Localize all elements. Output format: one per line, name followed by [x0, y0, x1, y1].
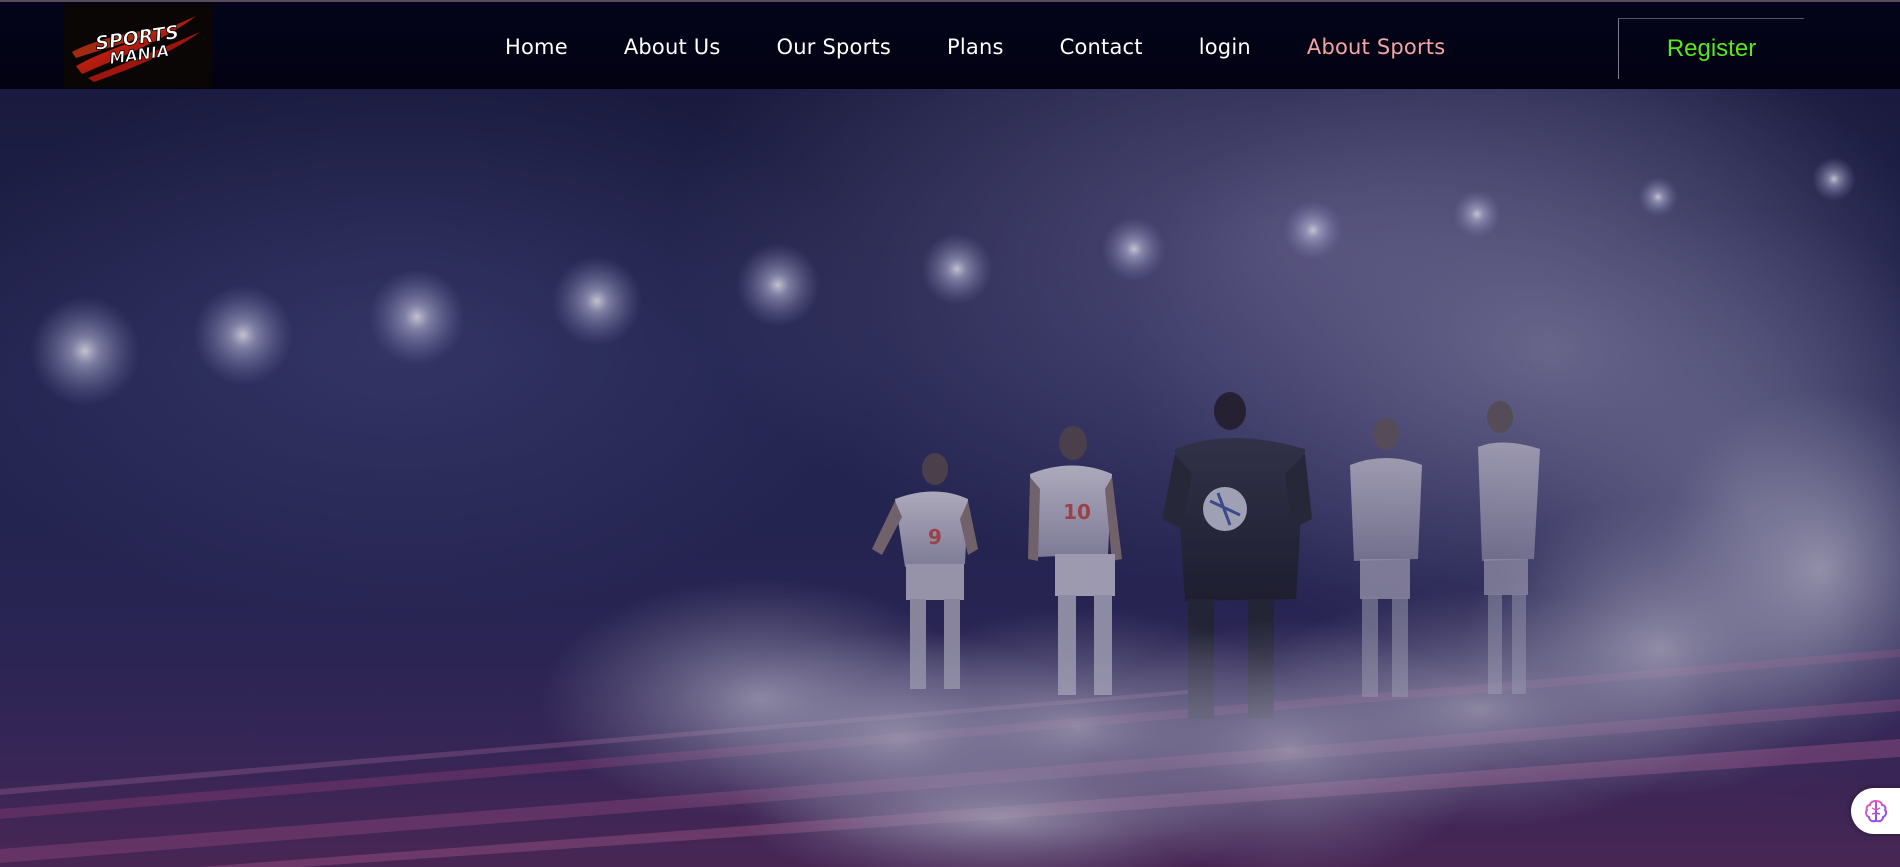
- nav-home-link[interactable]: Home: [505, 35, 568, 59]
- brain-icon: [1864, 799, 1888, 823]
- sports-mania-logo-icon: SPORTS MANIA: [72, 16, 200, 82]
- hero-banner: 9 10: [0, 89, 1900, 867]
- nav-login-link[interactable]: login: [1199, 35, 1251, 59]
- navbar: SPORTS MANIA Home About Us Our Sports Pl…: [0, 0, 1900, 89]
- assistant-bubble[interactable]: [1851, 788, 1900, 834]
- nav-about-sports-link[interactable]: About Sports: [1307, 35, 1445, 59]
- nav-contact-link[interactable]: Contact: [1060, 35, 1143, 59]
- nav-our-sports-link[interactable]: Our Sports: [777, 35, 891, 59]
- stadium-scene-image: 9 10: [0, 89, 1900, 867]
- register-button[interactable]: Register: [1618, 18, 1804, 79]
- brand-logo[interactable]: SPORTS MANIA: [64, 4, 212, 88]
- nav-plans-link[interactable]: Plans: [947, 35, 1004, 59]
- nav-about-us-link[interactable]: About Us: [624, 35, 721, 59]
- nav-links: Home About Us Our Sports Plans Contact l…: [505, 2, 1501, 91]
- page: SPORTS MANIA Home About Us Our Sports Pl…: [0, 0, 1900, 867]
